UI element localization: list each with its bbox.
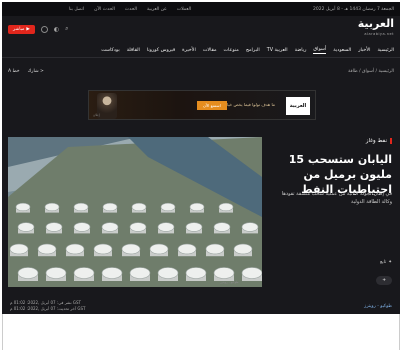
article-category[interactable]: نفط وغاز — [366, 138, 392, 144]
storage-tank — [45, 267, 67, 279]
storage-tank — [65, 243, 85, 255]
storage-tank — [157, 222, 175, 232]
publish-dates: نشر في: 07 أبريل ,2022: 01:02 م GST آخر … — [10, 300, 85, 312]
storage-tank — [15, 202, 31, 212]
storage-tank — [233, 243, 253, 255]
nav-item-articles[interactable]: مقالات — [203, 48, 217, 53]
article-photo — [8, 137, 262, 287]
storage-tank — [93, 243, 113, 255]
settings-icon[interactable] — [40, 25, 48, 33]
storage-tank — [177, 243, 197, 255]
site-logo[interactable]: العربية alarabiya.net — [358, 18, 394, 39]
storage-tank — [73, 222, 91, 232]
font-size-label: خط — [12, 68, 20, 74]
utility-links: العملات عن العربية الحدث الحدث الآن اتصل… — [69, 7, 191, 12]
ad-listen-button[interactable]: استمع الآن — [197, 101, 227, 110]
storage-tank — [101, 222, 119, 232]
storage-tank — [189, 202, 205, 212]
ad-brand-logo: العربية — [286, 97, 310, 115]
storage-tank — [9, 243, 29, 255]
utility-link-about[interactable]: عن العربية — [147, 7, 167, 12]
storage-tank — [101, 267, 123, 279]
utility-link-alhadath-now[interactable]: الحدث الآن — [94, 7, 115, 12]
storage-tank — [131, 202, 147, 212]
article-summary: في إطار الجولة الثانية من عملية سحب منسق… — [281, 191, 392, 205]
utility-bar: الجمعة 7 رمضان 1443 هـ - 8 أبريل 2022 ال… — [2, 2, 400, 16]
storage-tank — [149, 243, 169, 255]
follow-button[interactable]: + — [376, 276, 392, 285]
photo-caption: طوكيو - رويترز — [220, 280, 239, 284]
storage-tank — [213, 222, 231, 232]
main-nav: الرئيسية الأخبار السعودية أسواق رياضة ال… — [2, 44, 400, 58]
follow-label: تابع — [379, 260, 387, 265]
utility-link-currencies[interactable]: العملات — [177, 7, 191, 12]
nav-item-corona[interactable]: فيروس كورونا — [147, 48, 175, 53]
storage-tank — [205, 243, 225, 255]
storage-tank — [73, 202, 89, 212]
nav-item-variety[interactable]: منوعات — [224, 48, 239, 53]
nav-item-podcast[interactable]: بودكاست — [101, 48, 119, 53]
storage-tank — [129, 267, 151, 279]
font-size-button[interactable]: خط A — [8, 69, 20, 74]
storage-tank — [218, 202, 234, 212]
nav-item-home[interactable]: الرئيسية — [377, 48, 394, 53]
nav-item-programs[interactable]: البرامج — [246, 48, 260, 53]
nav-item-saudi[interactable]: السعودية — [333, 48, 351, 53]
storage-tank — [185, 267, 207, 279]
storage-tank — [213, 267, 235, 279]
storage-tank — [44, 202, 60, 212]
play-icon: ▶ — [26, 26, 30, 32]
share-icon: < — [38, 68, 44, 74]
ad-person-image — [97, 93, 117, 119]
follow-icon: ✦ — [388, 260, 392, 265]
storage-tank — [157, 267, 179, 279]
follow-section: ✦ تابع — [380, 260, 392, 265]
storage-tank — [185, 222, 203, 232]
storage-tank — [160, 202, 176, 212]
updated-date: آخر تحديث: 07 أبريل ,2022: 01:02 م GST — [10, 306, 86, 311]
storage-tank — [102, 202, 118, 212]
ad-tag: إعلان — [93, 113, 100, 117]
storage-tank — [45, 222, 63, 232]
search-icon[interactable]: ⌕ — [65, 25, 68, 33]
nav-item-caravan[interactable]: القافلة — [127, 48, 140, 53]
browser-frame: الجمعة 7 رمضان 1443 هـ - 8 أبريل 2022 ال… — [2, 2, 400, 314]
nav-item-latest[interactable]: الأخيرة — [182, 48, 196, 53]
storage-tank — [241, 267, 262, 279]
header-actions: مباشر ▶ ◐ ⌕ — [8, 24, 69, 34]
storage-tank — [17, 267, 39, 279]
storage-tank — [129, 222, 147, 232]
nav-item-news[interactable]: الأخبار — [358, 48, 370, 53]
ad-banner[interactable]: العربية ما هدف تولوا فيما يخص خيارات الا… — [88, 90, 316, 120]
utility-link-alhadath[interactable]: الحدث — [125, 7, 137, 12]
current-date: الجمعة 7 رمضان 1443 هـ - 8 أبريل 2022 — [313, 6, 394, 12]
live-button[interactable]: مباشر ▶ — [8, 24, 35, 34]
storage-tank — [241, 222, 259, 232]
live-button-label: مباشر — [13, 26, 25, 32]
logo-subtext: alarabiya.net — [364, 32, 394, 36]
article-source[interactable]: طوكيو - رويترز — [364, 304, 392, 309]
user-icon[interactable]: ◐ — [54, 26, 59, 33]
breadcrumb[interactable]: الرئيسية / أسواق / طاقة — [348, 69, 394, 74]
nav-item-markets[interactable]: أسواق — [313, 47, 327, 54]
share-button[interactable]: < شارك — [28, 69, 44, 74]
breadcrumb-bar: الرئيسية / أسواق / طاقة < شارك خط A — [2, 65, 400, 77]
storage-tank — [73, 267, 95, 279]
nav-item-tv[interactable]: العربية TV — [267, 48, 288, 53]
share-label: شارك — [27, 68, 39, 74]
storage-tank — [37, 243, 57, 255]
article-tools: < شارك خط A — [8, 69, 44, 74]
storage-tank — [17, 222, 35, 232]
storage-tank — [121, 243, 141, 255]
utility-link-contact[interactable]: اتصل بنا — [69, 7, 84, 12]
nav-item-sports[interactable]: رياضة — [295, 48, 307, 53]
oil-storage-tanks-image — [8, 137, 262, 287]
site-header: العربية alarabiya.net مباشر ▶ ◐ ⌕ — [2, 16, 400, 42]
page-below-frame — [2, 314, 400, 350]
